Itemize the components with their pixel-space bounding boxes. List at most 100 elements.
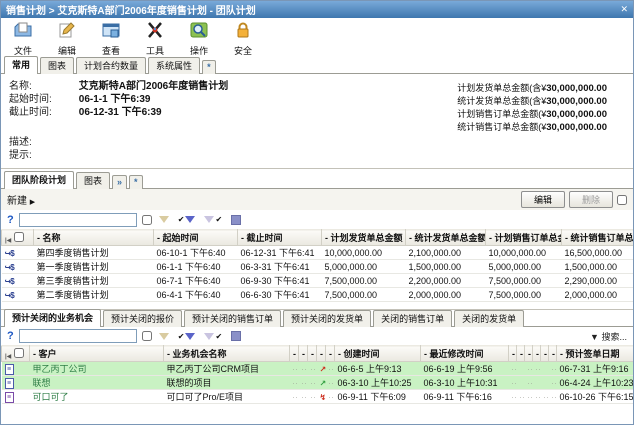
total-plan-ship: 计划发货单总金额(含¥30,000,000.00 <box>457 82 607 95</box>
col-name[interactable]: - 名称 <box>34 230 154 246</box>
close-icon[interactable]: ✕ <box>620 4 628 15</box>
filter-square-icon[interactable] <box>229 331 243 341</box>
filter-check-icon[interactable]: ✔ <box>202 332 224 341</box>
opportunities-section: 预计关闭的业务机会 预计关闭的报价 预计关闭的销售订单 预计关闭的发货单 关闭的… <box>1 310 633 424</box>
operation-icon <box>189 20 209 43</box>
tab-expected-shipments[interactable]: 预计关闭的发货单 <box>283 310 371 327</box>
customer-link[interactable]: 甲乙丙丁公司 <box>30 362 164 376</box>
money-plan-icon: ↪$ <box>5 263 14 272</box>
team-row[interactable]: ↪$ 第二季度销售计划 06-4-1 下午6:40 06-6-30 下午6:41… <box>2 288 634 302</box>
col-customer[interactable]: - 客户 <box>30 346 164 362</box>
col-opp-name[interactable]: - 业务机会名称 <box>164 346 290 362</box>
col-close-date[interactable]: - 预计签单日期 <box>557 346 634 362</box>
tab-expected-opportunities[interactable]: 预计关闭的业务机会 <box>4 309 101 327</box>
filter-check-icon[interactable]: ✔ <box>202 215 224 224</box>
col-modified[interactable]: - 最近修改时间 <box>421 346 509 362</box>
totals-block: 计划发货单总金额(含¥30,000,000.00 统计发货单总金额(含¥30,0… <box>457 82 607 134</box>
filter-icon[interactable] <box>157 216 171 223</box>
select-all-checkbox[interactable] <box>14 348 24 358</box>
document-icon: ≡ <box>5 364 14 375</box>
team-row[interactable]: ↪$ 第一季度销售计划 06-1-1 下午6:40 06-3-31 下午6:41… <box>2 260 634 274</box>
team-search-checkbox[interactable] <box>142 215 152 225</box>
total-stat-order: 统计销售订单总金额(¥30,000,000.00 <box>457 121 607 134</box>
tab-team-more[interactable]: * <box>129 175 143 189</box>
opps-search-checkbox[interactable] <box>142 331 152 341</box>
description-label: 描述: <box>9 136 76 149</box>
select-all-checkbox[interactable] <box>14 232 24 242</box>
col-narrow[interactable]: - <box>299 346 308 362</box>
tab-common[interactable]: 常用 <box>4 56 38 74</box>
opportunity-row[interactable]: ≡ 甲乙丙丁公司 甲乙丙丁公司CRM项目 ... ... ... ↗ ... 0… <box>2 362 634 376</box>
customer-link[interactable]: 联想 <box>30 376 164 390</box>
team-row[interactable]: ↪$ 第三季度销售计划 06-7-1 下午6:40 06-9-30 下午6:41… <box>2 274 634 288</box>
tab-closed-sales-orders[interactable]: 关闭的销售订单 <box>373 310 452 327</box>
col-plan-order[interactable]: - 计划销售订单总金 <box>486 230 562 246</box>
col-narrow[interactable]: - <box>517 346 525 362</box>
col-start[interactable]: - 起始时间 <box>154 230 238 246</box>
security-menu-button[interactable]: 安全 <box>227 20 259 57</box>
team-search-input[interactable] <box>19 213 137 227</box>
hint-row: 提示: <box>9 149 625 162</box>
filter-square-icon[interactable] <box>229 215 243 225</box>
col-narrow[interactable]: - <box>326 346 335 362</box>
file-icon <box>13 20 33 43</box>
tab-expected-sales-orders[interactable]: 预计关闭的销售订单 <box>184 310 281 327</box>
col-stat-ship[interactable]: - 统计发货单总金额 <box>406 230 486 246</box>
title-bar: 销售计划 > 艾克斯特A部门2006年度销售计划 - 团队计划 ✕ <box>1 1 633 18</box>
team-select-checkbox[interactable] <box>617 195 627 205</box>
opportunity-row[interactable]: ≡ 联想 联想的项目 ... ... ... ↗ ... 06-3-10 上午1… <box>2 376 634 390</box>
edit-icon <box>57 20 77 43</box>
tab-more[interactable]: * <box>202 60 216 74</box>
col-plan-ship[interactable]: - 计划发货单总金额 <box>322 230 406 246</box>
col-narrow[interactable]: - <box>317 346 326 362</box>
col-narrow[interactable]: - <box>509 346 517 362</box>
opps-search-input[interactable] <box>19 329 137 343</box>
col-end[interactable]: - 截止时间 <box>238 230 322 246</box>
customer-link[interactable]: 可口可了 <box>30 390 164 404</box>
col-stat-order[interactable]: - 统计销售订单总金 <box>562 230 634 246</box>
new-button[interactable]: 新建 ▶ <box>7 192 35 207</box>
edit-button[interactable]: 编辑 <box>521 191 565 208</box>
col-narrow[interactable]: - <box>549 346 557 362</box>
delete-button[interactable]: 删除 <box>569 191 613 208</box>
view-menu-button[interactable]: 查看 <box>95 20 127 57</box>
tab-chart[interactable]: 图表 <box>40 57 74 74</box>
document-icon: ≡ <box>5 392 14 403</box>
team-row[interactable]: ↪$ 第四季度销售计划 06-10-1 下午6:40 06-12-31 下午6:… <box>2 246 634 260</box>
filter-icon[interactable] <box>157 333 171 340</box>
edit-menu-label: 编辑 <box>58 44 76 57</box>
tab-expected-quotes[interactable]: 预计关闭的报价 <box>103 310 182 327</box>
trend-flag-icon: ↗ <box>320 365 326 374</box>
tools-menu-label: 工具 <box>146 44 164 57</box>
tab-team-chart[interactable]: 图表 <box>76 172 110 189</box>
col-narrow[interactable]: - <box>290 346 299 362</box>
filter-apply-icon[interactable]: ✔ <box>176 332 198 341</box>
filter-apply-icon[interactable]: ✔ <box>176 215 198 224</box>
opportunity-row[interactable]: ≡ 可口可了 可口可了Pro/E项目 ... ... ... ↯ ... 06-… <box>2 390 634 404</box>
help-icon[interactable]: ? <box>7 330 14 342</box>
operation-menu-button[interactable]: 操作 <box>183 20 215 57</box>
breadcrumb: 销售计划 > 艾克斯特A部门2006年度销售计划 - 团队计划 <box>6 2 256 17</box>
tools-menu-button[interactable]: 工具 <box>139 20 171 57</box>
tab-team-next[interactable]: » <box>112 175 127 189</box>
edit-menu-button[interactable]: 编辑 <box>51 20 83 57</box>
file-menu-button[interactable]: 文件 <box>7 20 39 57</box>
team-search-row: ? ✔ ✔ <box>1 210 633 229</box>
tab-system-props[interactable]: 系统属性 <box>148 57 200 74</box>
tab-plan-contract-qty[interactable]: 计划合约数量 <box>76 57 146 74</box>
view-menu-label: 查看 <box>102 44 120 57</box>
trend-flag-icon: ↗ <box>320 379 326 388</box>
col-narrow[interactable]: - <box>541 346 549 362</box>
total-stat-ship: 统计发货单总金额(含¥30,000,000.00 <box>457 95 607 108</box>
col-narrow[interactable]: - <box>525 346 533 362</box>
tab-team-stage-plan[interactable]: 团队阶段计划 <box>4 171 74 189</box>
team-toolbar-right: 编辑 删除 <box>521 191 627 208</box>
help-icon[interactable]: ? <box>7 214 14 226</box>
col-narrow[interactable]: - <box>533 346 541 362</box>
search-expander[interactable]: ▼ 搜索... <box>590 330 627 343</box>
col-created[interactable]: - 创建时间 <box>335 346 421 362</box>
tab-closed-shipments[interactable]: 关闭的发货单 <box>454 310 524 327</box>
col-narrow[interactable]: - <box>308 346 317 362</box>
team-table-header: |◀ - 名称 - 起始时间 - 截止时间 - 计划发货单总金额 - 统计发货单… <box>2 230 634 246</box>
opportunities-table: |◀ - 客户 - 业务机会名称 - - - - - - 创建时间 - 最近修改… <box>1 345 634 404</box>
